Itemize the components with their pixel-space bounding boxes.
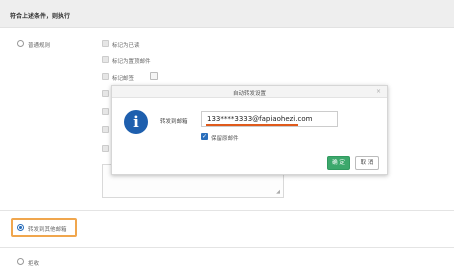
mark-pinned-checkbox[interactable] bbox=[102, 56, 109, 63]
keep-original-label: 保留原邮件 bbox=[211, 135, 239, 142]
action-checkbox-6[interactable] bbox=[102, 126, 109, 133]
reject-label: 拒收 bbox=[28, 260, 40, 267]
divider bbox=[0, 210, 454, 211]
dialog-title: 自动转发设置 bbox=[232, 91, 266, 97]
forward-other-radio[interactable] bbox=[17, 224, 24, 231]
forward-email-label: 转发到邮箱 bbox=[160, 119, 188, 125]
check-icon: ✓ bbox=[201, 133, 208, 140]
mark-tag-label: 标记邮签 bbox=[112, 75, 135, 82]
ok-button[interactable]: 确 定 bbox=[327, 156, 350, 170]
action-checkbox-5[interactable] bbox=[102, 108, 109, 115]
info-icon: i bbox=[124, 110, 148, 134]
section-header: 符合上述条件，则执行 bbox=[0, 0, 454, 28]
action-checkbox-7[interactable] bbox=[102, 145, 109, 152]
reject-radio[interactable] bbox=[17, 258, 24, 265]
resize-handle-icon[interactable]: ◢ bbox=[276, 189, 280, 195]
mark-read-label: 标记为已读 bbox=[112, 42, 140, 49]
dialog-header: 自动转发设置 × bbox=[112, 86, 387, 98]
forward-other-label: 转发到其他邮箱 bbox=[28, 226, 67, 233]
tag-icon[interactable] bbox=[150, 72, 158, 80]
mark-pinned-label: 标记为置顶邮件 bbox=[112, 58, 151, 65]
auto-forward-dialog: 自动转发设置 × i 转发到邮箱 ✓ 保留原邮件 确 定 取 消 bbox=[111, 85, 388, 175]
normal-rule-label: 普通规则 bbox=[28, 42, 51, 49]
mark-tag-checkbox[interactable] bbox=[102, 73, 109, 80]
section-title: 符合上述条件，则执行 bbox=[10, 13, 71, 20]
cancel-button[interactable]: 取 消 bbox=[355, 156, 379, 170]
keep-original-checkbox[interactable]: ✓ bbox=[201, 133, 208, 140]
normal-rule-radio[interactable] bbox=[17, 40, 24, 47]
email-underline bbox=[206, 124, 298, 126]
divider bbox=[0, 247, 454, 248]
close-icon[interactable]: × bbox=[376, 88, 381, 95]
mark-read-checkbox[interactable] bbox=[102, 40, 109, 47]
action-checkbox-4[interactable] bbox=[102, 90, 109, 97]
